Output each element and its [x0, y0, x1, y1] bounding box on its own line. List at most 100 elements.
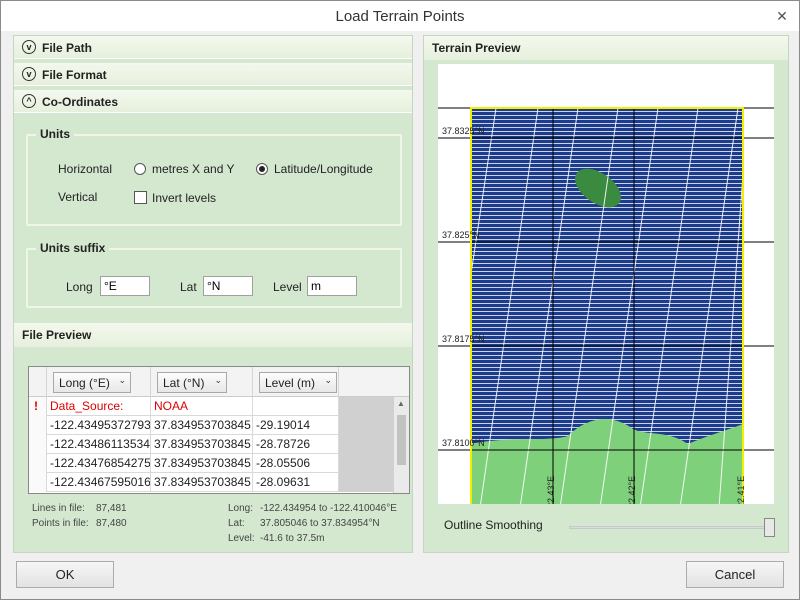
section-co-ordinates[interactable]: ^ Co-Ordinates: [14, 90, 412, 113]
long-range-label: Long:: [228, 503, 254, 514]
section-file-format-label: File Format: [42, 68, 107, 82]
metres-radio[interactable]: [134, 163, 146, 175]
table-cell: -28.09631: [253, 473, 339, 492]
terrain-preview-title: Terrain Preview: [432, 41, 521, 55]
row-header: !: [29, 397, 47, 416]
section-co-ordinates-label: Co-Ordinates: [42, 95, 119, 109]
long-label: -122.43°E: [546, 476, 556, 504]
ok-button[interactable]: OK: [16, 561, 114, 588]
invert-levels-label[interactable]: Invert levels: [152, 191, 216, 205]
lat-label: 37.825°N: [442, 230, 480, 240]
invert-levels-checkbox[interactable]: [134, 191, 147, 204]
column-lat-combo[interactable]: Lat (°N) ⌄: [157, 372, 227, 393]
lat-label: 37.8325°N: [442, 126, 485, 136]
points-in-file-value: 87,480: [96, 518, 127, 529]
grid-corner: [29, 367, 47, 397]
cancel-button[interactable]: Cancel: [686, 561, 784, 588]
latlong-option-label[interactable]: Latitude/Longitude: [274, 162, 373, 176]
level-range-value: -41.6 to 37.5m: [260, 533, 325, 544]
table-cell: [253, 397, 339, 416]
grid-vertical-scrollbar[interactable]: ▲: [393, 397, 409, 493]
section-file-path[interactable]: v File Path: [14, 36, 412, 59]
grid-header-cell: Lat (°N) ⌄: [151, 367, 253, 397]
chevron-up-icon: ^: [22, 94, 36, 108]
long-range-value: -122.434954 to -122.410046°E: [260, 503, 397, 514]
title-bar: Load Terrain Points ✕: [1, 1, 799, 31]
table-row[interactable]: ! Data_Source: NOAA: [29, 397, 409, 416]
long-label: -122.41°E: [736, 476, 746, 504]
row-header: [29, 473, 47, 492]
table-cell-empty: [339, 397, 395, 416]
row-header: [29, 435, 47, 454]
file-preview-title: File Preview: [22, 328, 92, 342]
long-suffix-label: Long: [66, 280, 93, 294]
table-cell: -122.43486113534: [47, 435, 151, 454]
file-preview-grid[interactable]: Long (°E) ⌄ Lat (°N) ⌄ Level (m) ⌄ ! Dat…: [28, 366, 410, 494]
table-cell: 37.834953703845: [151, 473, 253, 492]
row-header: [29, 454, 47, 473]
long-label: -122.42°E: [627, 476, 637, 504]
lat-suffix-input[interactable]: [203, 276, 253, 296]
warning-icon: !: [34, 399, 38, 413]
section-file-format[interactable]: v File Format: [14, 63, 412, 86]
outline-smoothing-slider-thumb[interactable]: [764, 518, 775, 537]
chevron-down-icon: ⌄: [324, 375, 332, 385]
outline-smoothing-slider[interactable]: [569, 526, 769, 529]
table-row[interactable]: -122.43467595016 37.834953703845 -28.096…: [29, 473, 409, 492]
table-row[interactable]: -122.43476854275 37.834953703845 -28.055…: [29, 454, 409, 473]
table-cell-empty: [339, 416, 395, 435]
column-level-combo[interactable]: Level (m) ⌄: [259, 372, 337, 393]
table-cell-empty: [339, 454, 395, 473]
level-suffix-input[interactable]: [307, 276, 357, 296]
table-row[interactable]: -122.43486113534 37.834953703845 -28.787…: [29, 435, 409, 454]
outline-smoothing-label: Outline Smoothing: [444, 518, 543, 532]
lines-in-file-label: Lines in file:: [32, 503, 85, 514]
grid-header: Long (°E) ⌄ Lat (°N) ⌄ Level (m) ⌄: [29, 367, 409, 397]
table-cell: -28.78726: [253, 435, 339, 454]
terrain-map-svg: 37.8325°N 37.825°N 37.8175°N 37.8100°N -…: [438, 64, 774, 523]
table-cell-empty: [339, 473, 395, 492]
table-cell: -28.05506: [253, 454, 339, 473]
level-suffix-label: Level: [273, 280, 302, 294]
latlong-radio[interactable]: [256, 163, 268, 175]
terrain-preview-panel: Terrain Preview 37.8325°N 37.825°N 37.81…: [423, 35, 789, 553]
terrain-preview-map[interactable]: 37.8325°N 37.825°N 37.8175°N 37.8100°N -…: [438, 64, 774, 523]
lines-in-file-value: 87,481: [96, 503, 127, 514]
scrollbar-thumb[interactable]: [397, 415, 406, 465]
long-suffix-input[interactable]: [100, 276, 150, 296]
table-cell-empty: [339, 435, 395, 454]
chevron-down-icon: ⌄: [214, 375, 222, 385]
chevron-down-icon: v: [22, 67, 36, 81]
column-long-combo[interactable]: Long (°E) ⌄: [53, 372, 131, 393]
points-in-file-label: Points in file:: [32, 518, 89, 529]
lat-label: 37.8175°N: [442, 334, 485, 344]
column-lat-label: Lat (°N): [163, 376, 205, 390]
table-cell: NOAA: [151, 397, 253, 416]
table-row[interactable]: -122.43495372793 37.834953703845 -29.190…: [29, 416, 409, 435]
level-range-label: Level:: [228, 533, 255, 544]
table-cell: -122.43476854275: [47, 454, 151, 473]
section-file-path-label: File Path: [42, 41, 93, 55]
horizontal-label: Horizontal: [58, 162, 113, 176]
terrain-preview-header: Terrain Preview: [424, 36, 788, 60]
table-cell: -122.43495372793: [47, 416, 151, 435]
load-terrain-points-dialog: Load Terrain Points ✕ v File Path v File…: [0, 0, 800, 600]
table-cell: 37.834953703845: [151, 435, 253, 454]
chevron-down-icon: ⌄: [118, 375, 126, 385]
lat-label: 37.8100°N: [442, 438, 485, 448]
scroll-up-icon[interactable]: ▲: [397, 399, 405, 408]
table-cell: -122.43467595016: [47, 473, 151, 492]
lat-range-label: Lat:: [228, 518, 245, 529]
table-cell: -29.19014: [253, 416, 339, 435]
dialog-title: Load Terrain Points: [335, 8, 465, 25]
table-cell: Data_Source:: [47, 397, 151, 416]
grid-header-cell: Level (m) ⌄: [253, 367, 339, 397]
lat-suffix-label: Lat: [180, 280, 197, 294]
units-suffix-legend: Units suffix: [36, 241, 110, 255]
metres-option-label[interactable]: metres X and Y: [152, 162, 235, 176]
lat-range-value: 37.805046 to 37.834954°N: [260, 518, 380, 529]
close-icon[interactable]: ✕: [775, 9, 789, 23]
chevron-down-icon: v: [22, 40, 36, 54]
column-long-label: Long (°E): [59, 376, 110, 390]
file-preview-header: File Preview: [14, 323, 412, 347]
